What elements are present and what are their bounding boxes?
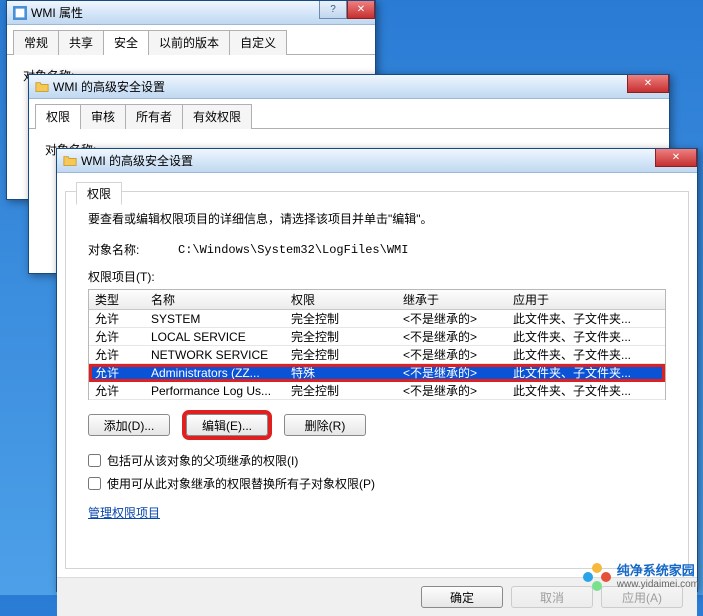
cell: 此文件夹、子文件夹...	[507, 346, 665, 363]
table-row[interactable]: 允许NETWORK SERVICE完全控制<不是继承的>此文件夹、子文件夹...	[89, 346, 665, 364]
table-header: 类型 名称 权限 继承于 应用于	[89, 290, 665, 310]
cell: <不是继承的>	[397, 346, 507, 363]
cell: 允许	[89, 346, 145, 363]
tab-effective[interactable]: 有效权限	[182, 104, 252, 129]
replace-checkbox-row[interactable]: 使用可从此对象继承的权限替换所有子对象权限(P)	[88, 475, 666, 492]
cell: <不是继承的>	[397, 382, 507, 399]
col-type[interactable]: 类型	[89, 291, 145, 308]
edit-button[interactable]: 编辑(E)...	[186, 414, 268, 436]
cancel-button[interactable]: 取消	[511, 586, 593, 608]
win2-close-button[interactable]: ✕	[627, 75, 669, 93]
cell: NETWORK SERVICE	[145, 348, 285, 362]
add-button[interactable]: 添加(D)...	[88, 414, 170, 436]
col-apply[interactable]: 应用于	[507, 291, 665, 308]
tab-share[interactable]: 共享	[58, 30, 104, 55]
cell: 允许	[89, 328, 145, 345]
cell: 此文件夹、子文件夹...	[507, 382, 665, 399]
cell: 完全控制	[285, 328, 397, 345]
cell: LOCAL SERVICE	[145, 330, 285, 344]
watermark-brand: 纯净系统家园	[617, 564, 699, 578]
remove-button[interactable]: 删除(R)	[284, 414, 366, 436]
cell: 完全控制	[285, 346, 397, 363]
cell: 允许	[89, 382, 145, 399]
tab-owner[interactable]: 所有者	[125, 104, 183, 129]
window2-title: WMI 的高级安全设置	[53, 78, 165, 95]
inherit-label: 包括可从该对象的父项继承的权限(I)	[107, 452, 298, 469]
col-inherit[interactable]: 继承于	[397, 291, 507, 308]
win1-tabstrip: 常规 共享 安全 以前的版本 自定义	[7, 25, 375, 55]
window1-title: WMI 属性	[31, 4, 83, 21]
inherit-checkbox[interactable]	[88, 454, 101, 467]
table-row[interactable]: 允许Administrators (ZZ...特殊<不是继承的>此文件夹、子文件…	[89, 364, 665, 382]
watermark-logo	[583, 563, 611, 591]
win2-tabstrip: 权限 审核 所有者 有效权限	[29, 99, 669, 129]
tab-security[interactable]: 安全	[103, 30, 149, 55]
permitems-label: 权限项目(T):	[88, 268, 666, 285]
table-row[interactable]: 允许LOCAL SERVICE完全控制<不是继承的>此文件夹、子文件夹...	[89, 328, 665, 346]
win1-close-button[interactable]: ✕	[347, 1, 375, 19]
perm-table[interactable]: 类型 名称 权限 继承于 应用于 允许SYSTEM完全控制<不是继承的>此文件夹…	[88, 289, 666, 400]
ok-button[interactable]: 确定	[421, 586, 503, 608]
window3-title: WMI 的高级安全设置	[81, 152, 193, 169]
manage-perm-link[interactable]: 管理权限项目	[88, 506, 160, 520]
intro-text: 要查看或编辑权限项目的详细信息，请选择该项目并单击"编辑"。	[88, 210, 666, 227]
cell: 此文件夹、子文件夹...	[507, 328, 665, 345]
watermark-url: www.yidaimei.com	[617, 579, 699, 590]
folder-icon	[63, 154, 77, 168]
watermark: 纯净系统家园 www.yidaimei.com	[583, 563, 699, 591]
win1-help-button[interactable]: ?	[319, 1, 347, 19]
cell: Performance Log Us...	[145, 384, 285, 398]
cell: 此文件夹、子文件夹...	[507, 310, 665, 327]
col-perm[interactable]: 权限	[285, 291, 397, 308]
cell: 允许	[89, 310, 145, 327]
cell: 完全控制	[285, 310, 397, 327]
folder-icon	[35, 80, 49, 94]
table-row[interactable]: 允许SYSTEM完全控制<不是继承的>此文件夹、子文件夹...	[89, 310, 665, 328]
col-name[interactable]: 名称	[145, 291, 285, 308]
tab-previous[interactable]: 以前的版本	[148, 30, 230, 55]
inherit-checkbox-row[interactable]: 包括可从该对象的父项继承的权限(I)	[88, 452, 666, 469]
cell: SYSTEM	[145, 312, 285, 326]
replace-checkbox[interactable]	[88, 477, 101, 490]
objname-value: C:\Windows\System32\LogFiles\WMI	[178, 243, 408, 257]
cell: <不是继承的>	[397, 310, 507, 327]
objname-label: 对象名称:	[88, 241, 178, 258]
tab-general[interactable]: 常规	[13, 30, 59, 55]
win3-close-button[interactable]: ✕	[655, 149, 697, 167]
cell: 完全控制	[285, 382, 397, 399]
tab-custom[interactable]: 自定义	[229, 30, 287, 55]
cell: Administrators (ZZ...	[145, 366, 285, 380]
inner-tab-perm[interactable]: 权限	[76, 182, 122, 205]
tab-perm[interactable]: 权限	[35, 104, 81, 129]
app-icon	[13, 6, 27, 20]
cell: 特殊	[285, 364, 397, 381]
cell: 此文件夹、子文件夹...	[507, 364, 665, 381]
cell: <不是继承的>	[397, 364, 507, 381]
cell: <不是继承的>	[397, 328, 507, 345]
table-row[interactable]: 允许Performance Log Us...完全控制<不是继承的>此文件夹、子…	[89, 382, 665, 400]
cell: 允许	[89, 364, 145, 381]
tab-audit[interactable]: 审核	[80, 104, 126, 129]
replace-label: 使用可从此对象继承的权限替换所有子对象权限(P)	[107, 475, 375, 492]
